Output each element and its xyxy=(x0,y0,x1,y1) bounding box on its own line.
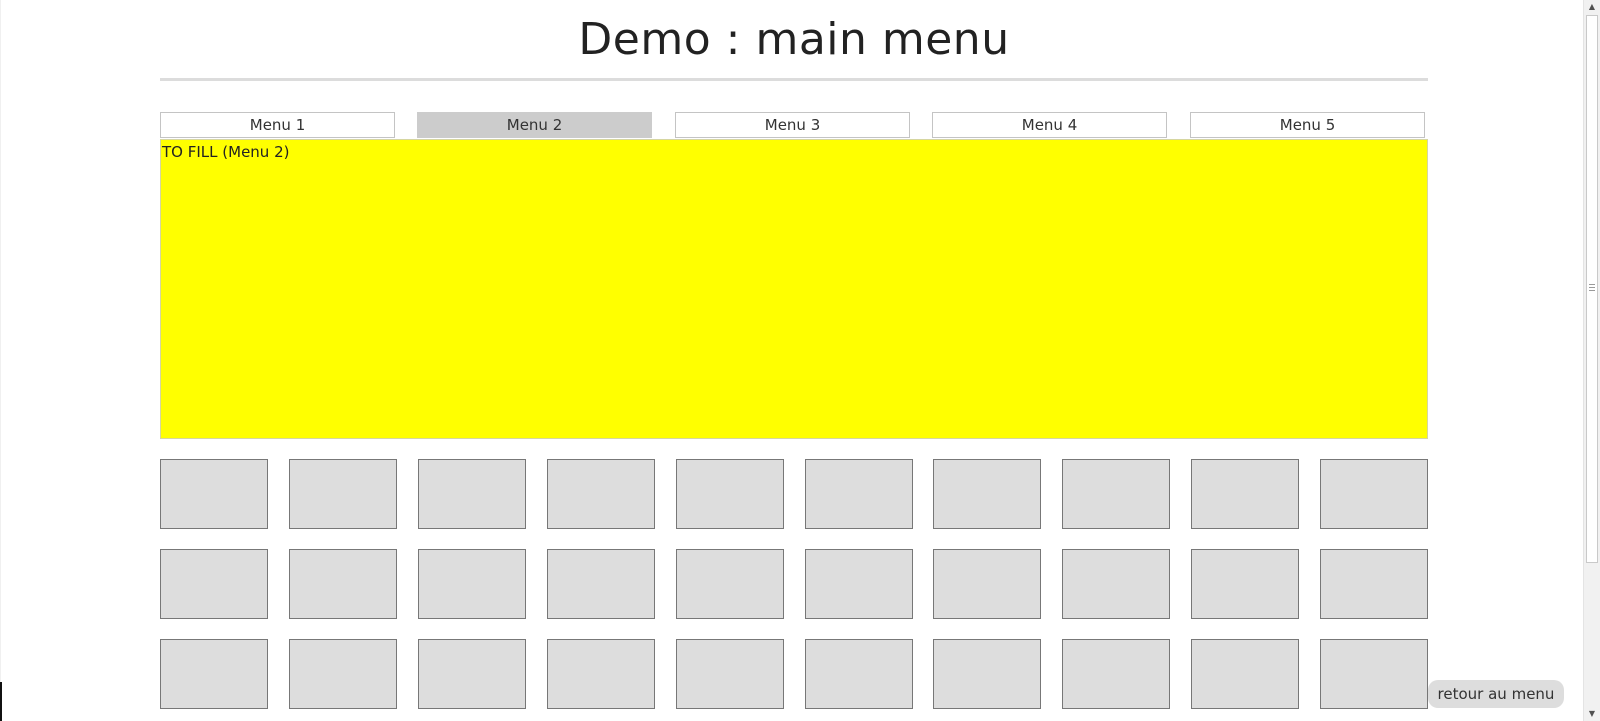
page: Demo : main menu Menu 1 Menu 2 Menu 3 Me… xyxy=(0,0,1600,721)
window-edge-marker xyxy=(0,682,2,721)
window-edge xyxy=(0,0,1,721)
grid-tile[interactable] xyxy=(676,459,784,529)
grid-tile[interactable] xyxy=(676,549,784,619)
grid-tile[interactable] xyxy=(160,549,268,619)
back-to-menu-button[interactable]: retour au menu xyxy=(1428,680,1564,708)
vertical-scrollbar[interactable]: ▲ ▼ xyxy=(1583,0,1600,721)
grid-tile[interactable] xyxy=(1320,549,1428,619)
scroll-thumb[interactable] xyxy=(1586,15,1598,563)
tab-menu-4[interactable]: Menu 4 xyxy=(932,112,1167,138)
tab-menu-1[interactable]: Menu 1 xyxy=(160,112,395,138)
grid-tile[interactable] xyxy=(1062,549,1170,619)
scroll-down-arrow-icon[interactable]: ▼ xyxy=(1584,707,1600,721)
grid-tile[interactable] xyxy=(289,459,397,529)
grid-tile[interactable] xyxy=(547,549,655,619)
grid-tile[interactable] xyxy=(1191,639,1299,709)
grid-tile[interactable] xyxy=(1320,459,1428,529)
title-divider xyxy=(160,78,1428,81)
grid-tile[interactable] xyxy=(289,639,397,709)
grid-tile[interactable] xyxy=(805,549,913,619)
grid-tile[interactable] xyxy=(1062,459,1170,529)
menu-content-panel: TO FILL (Menu 2) xyxy=(160,139,1428,439)
page-title: Demo : main menu xyxy=(578,14,1010,65)
scroll-up-arrow-icon[interactable]: ▲ xyxy=(1584,0,1600,14)
grid-tile[interactable] xyxy=(933,549,1041,619)
scroll-grip-icon xyxy=(1589,284,1595,291)
grid-tile[interactable] xyxy=(933,459,1041,529)
grid-tile[interactable] xyxy=(676,639,784,709)
grid-tile[interactable] xyxy=(160,639,268,709)
grid-tile[interactable] xyxy=(160,459,268,529)
grid-tile[interactable] xyxy=(418,549,526,619)
grid-tile[interactable] xyxy=(1062,639,1170,709)
grid-tile[interactable] xyxy=(418,459,526,529)
grid-tile[interactable] xyxy=(1191,459,1299,529)
grid-tile[interactable] xyxy=(547,639,655,709)
tab-menu-5[interactable]: Menu 5 xyxy=(1190,112,1425,138)
grid-tile[interactable] xyxy=(1320,639,1428,709)
tab-menu-3[interactable]: Menu 3 xyxy=(675,112,910,138)
content-placeholder-text: TO FILL (Menu 2) xyxy=(162,143,290,161)
tab-menu-2[interactable]: Menu 2 xyxy=(417,112,652,138)
grid-tile[interactable] xyxy=(1191,549,1299,619)
grid-tile[interactable] xyxy=(418,639,526,709)
grid-tile[interactable] xyxy=(933,639,1041,709)
grid-tile[interactable] xyxy=(289,549,397,619)
grid-tile[interactable] xyxy=(805,459,913,529)
grid-tile[interactable] xyxy=(547,459,655,529)
grid-tile[interactable] xyxy=(805,639,913,709)
